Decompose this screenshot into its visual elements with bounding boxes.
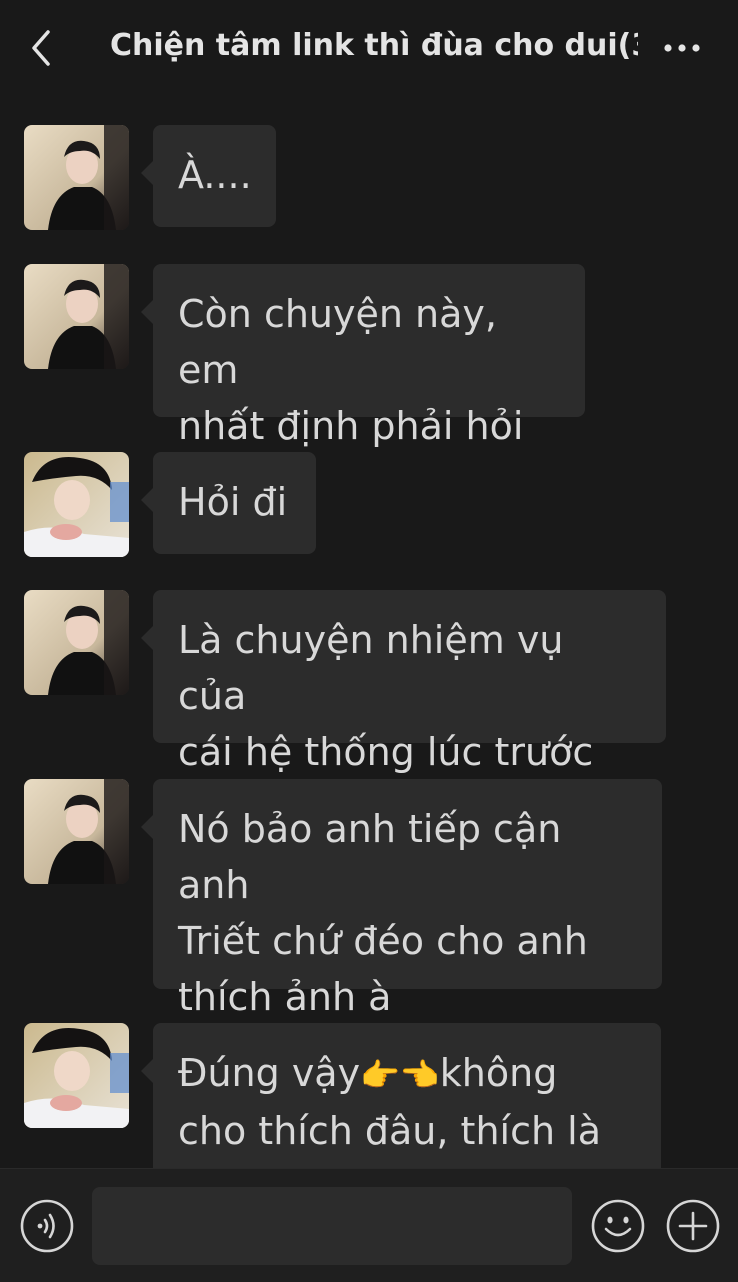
back-button[interactable]	[24, 26, 64, 70]
avatar[interactable]	[24, 264, 129, 369]
more-button[interactable]	[662, 36, 702, 60]
more-actions-button[interactable]	[666, 1199, 720, 1253]
more-dots-icon	[664, 44, 700, 52]
voice-icon	[20, 1199, 74, 1253]
avatar[interactable]	[24, 590, 129, 695]
message-bubble[interactable]: Đúng vậy👉👈không cho thích đâu, thích là …	[141, 1023, 661, 1168]
message-text-line: nhất định phải hỏi	[178, 404, 524, 448]
message-bubble[interactable]: Nó bảo anh tiếp cận anh Triết chứ đéo ch…	[141, 779, 662, 1019]
message-text: không	[439, 1051, 558, 1095]
message-text-line: Nó bảo anh tiếp cận anh	[178, 807, 562, 907]
input-bar	[0, 1168, 738, 1282]
message-text-line: Đúng vậy👉👈không	[178, 1045, 635, 1103]
avatar[interactable]	[24, 779, 129, 884]
message-bubble[interactable]: Còn chuyện này, em nhất định phải hỏi	[141, 264, 585, 448]
message-input[interactable]	[92, 1187, 572, 1265]
chevron-left-icon	[32, 30, 50, 66]
message-text-line: Là chuyện nhiệm vụ của	[178, 618, 564, 718]
message-list[interactable]: À.... Còn chuyện này, em nhất định phải …	[0, 96, 738, 1168]
plus-icon	[666, 1199, 720, 1253]
message-bubble[interactable]: À....	[141, 125, 276, 227]
message-text-line: Còn chuyện này, em	[178, 292, 497, 392]
emoji-smile-icon	[591, 1199, 645, 1253]
message-text: Hỏi đi	[178, 480, 288, 524]
message-text-line: cho thích đâu, thích là bị	[178, 1109, 601, 1168]
avatar[interactable]	[24, 125, 129, 230]
message-text: Đúng vậy	[178, 1051, 361, 1095]
emoji-button[interactable]	[591, 1199, 645, 1253]
voice-button[interactable]	[20, 1199, 74, 1253]
chat-title: Chiện tâm link thì đùa cho dui(3)	[110, 28, 638, 63]
chat-header: Chiện tâm link thì đùa cho dui(3)	[0, 0, 738, 96]
message-text: À....	[178, 153, 252, 197]
avatar[interactable]	[24, 452, 129, 557]
pointing-fingers-emoji: 👉👈	[360, 1056, 440, 1094]
message-text-line: Triết chứ đéo cho anh	[178, 919, 588, 963]
message-bubble[interactable]: Là chuyện nhiệm vụ của cái hệ thống lúc …	[141, 590, 666, 830]
avatar[interactable]	[24, 1023, 129, 1128]
message-text-line: thích ảnh à	[178, 975, 392, 1019]
message-bubble[interactable]: Hỏi đi	[141, 452, 316, 554]
